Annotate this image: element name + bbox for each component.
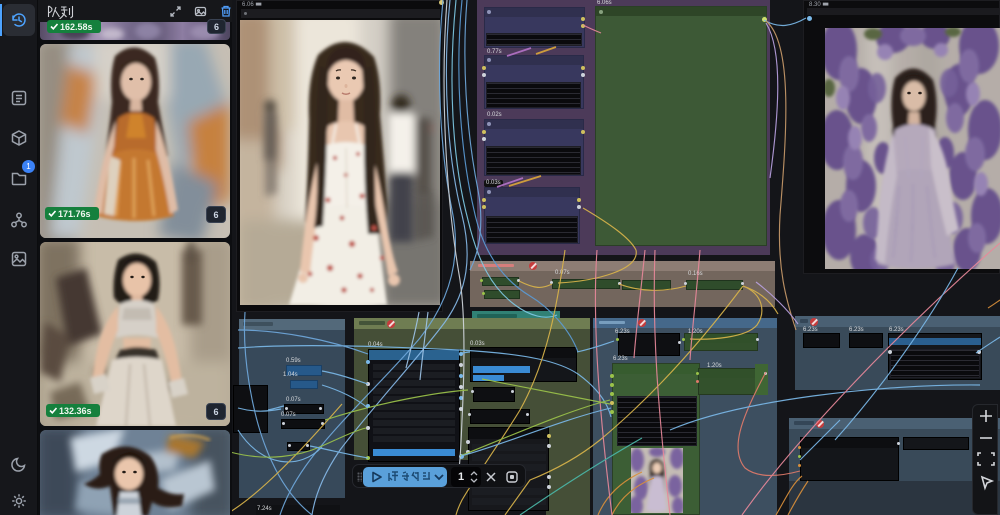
svg-text:171.76s: 171.76s: [58, 209, 91, 219]
svg-text:132.36s: 132.36s: [59, 406, 92, 416]
svg-text:162.58s: 162.58s: [60, 22, 93, 32]
